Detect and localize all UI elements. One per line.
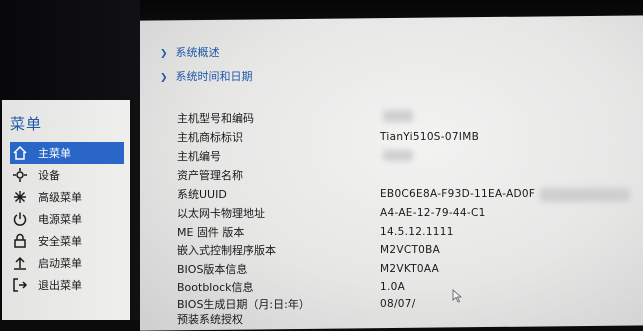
- home-icon: [12, 145, 28, 161]
- menu-item-label: 启动菜单: [38, 257, 82, 270]
- menu-item-label: 电源菜单: [38, 213, 82, 226]
- menu-title: 菜单: [10, 115, 43, 133]
- redacted-value: [540, 188, 630, 202]
- menu-item-advanced[interactable]: 高级菜单: [10, 186, 124, 208]
- nav-system-overview[interactable]: ❯ 系统概述: [160, 44, 220, 60]
- info-label: 主机编号: [177, 150, 221, 163]
- info-label: 以太网卡物理地址: [177, 207, 265, 220]
- info-label: 主机型号和编码: [177, 112, 254, 125]
- redacted-value: [383, 110, 413, 122]
- menu-item-label: 主菜单: [38, 147, 71, 160]
- menu-item-label: 退出菜单: [38, 279, 82, 292]
- lock-icon: [12, 233, 28, 249]
- menu-item-exit[interactable]: 退出菜单: [10, 274, 124, 296]
- menu-item-device[interactable]: 设备: [10, 164, 124, 186]
- mouse-cursor-icon: [452, 288, 463, 307]
- power-icon: [12, 211, 28, 227]
- exit-icon: [12, 277, 28, 293]
- menu-item-boot[interactable]: 启动菜单: [10, 252, 124, 274]
- device-icon: [12, 167, 28, 183]
- nav-system-datetime[interactable]: ❯ 系统时间和日期: [160, 68, 253, 84]
- info-label: 资产管理名称: [177, 169, 243, 182]
- info-value: 14.5.12.1111: [380, 226, 454, 238]
- menu-item-main[interactable]: 主菜单: [10, 142, 124, 164]
- redacted-value: [383, 150, 413, 161]
- info-label: 系统UUID: [177, 188, 227, 201]
- info-value: 1.0A: [380, 281, 406, 293]
- info-label: ME 固件 版本: [177, 226, 245, 239]
- info-value: A4-AE-12-79-44-C1: [380, 207, 486, 219]
- info-label: BIOS生成日期（月:日:年）: [177, 298, 310, 311]
- info-value: EB0C6E8A-F93D-11EA-AD0F: [380, 188, 536, 200]
- info-label: 主机商标标识: [177, 131, 243, 144]
- menu-item-label: 高级菜单: [38, 191, 82, 204]
- info-label: Bootblock信息: [177, 281, 254, 294]
- info-label: 预装系统授权: [177, 313, 243, 326]
- chevron-right-icon: ❯: [160, 73, 168, 83]
- info-label: 嵌入式控制程序版本: [177, 244, 276, 257]
- info-label: BIOS版本信息: [177, 263, 248, 276]
- info-value: 08/07/: [380, 298, 416, 310]
- advanced-icon: [12, 189, 28, 205]
- nav-label: 系统时间和日期: [175, 70, 253, 83]
- boot-icon: [12, 255, 28, 271]
- menu-item-power[interactable]: 电源菜单: [10, 208, 124, 230]
- info-value: TianYi510S-07IMB: [380, 131, 480, 143]
- chevron-right-icon: ❯: [160, 49, 168, 59]
- info-value: M2VKT0AA: [380, 263, 440, 275]
- nav-label: 系统概述: [175, 46, 220, 59]
- info-value: M2VCT0BA: [380, 244, 441, 256]
- menu-item-label: 安全菜单: [38, 235, 82, 248]
- menu-item-label: 设备: [38, 169, 60, 182]
- menu-item-security[interactable]: 安全菜单: [10, 230, 124, 252]
